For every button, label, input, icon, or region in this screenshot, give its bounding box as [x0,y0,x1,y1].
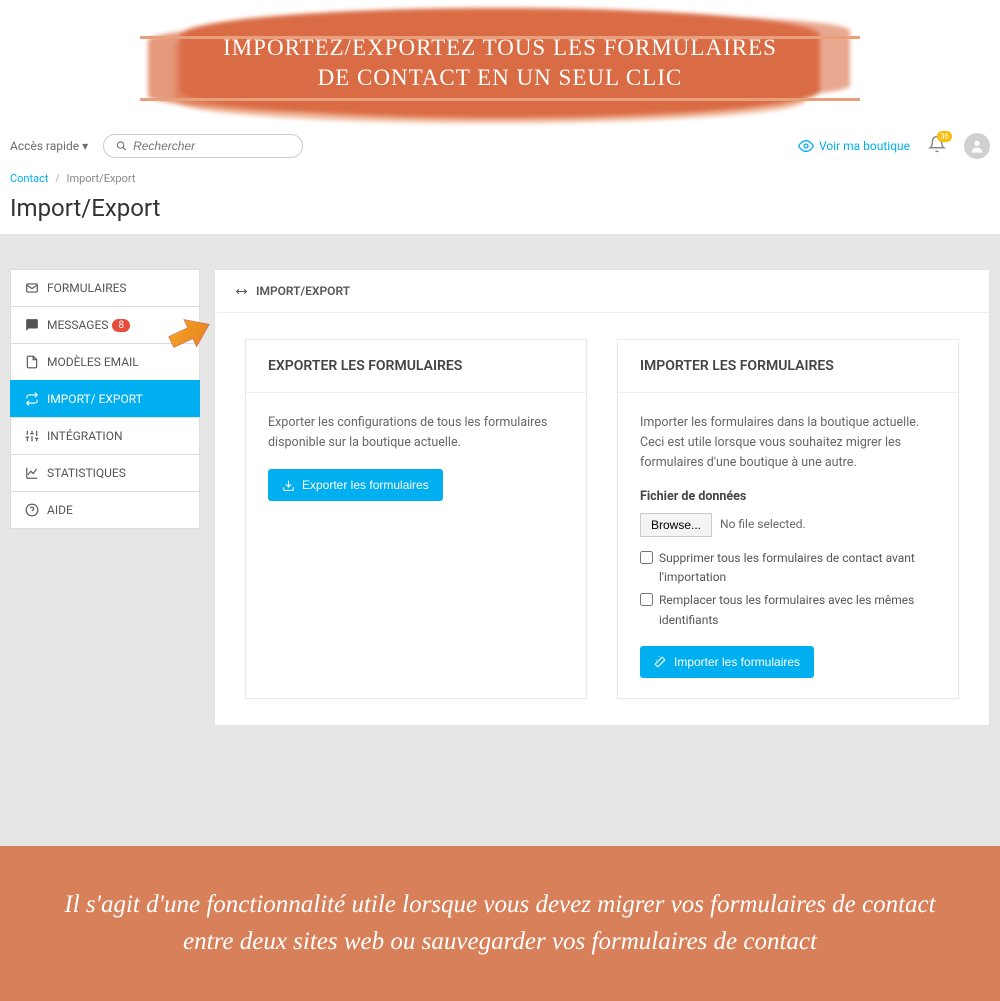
main-area: FORMULAIRES MESSAGES 8 MODÈLES EMAIL IMPORT/… [0,234,1000,846]
sidebar-item-int-gration[interactable]: INTÉGRATION [10,417,200,455]
question-icon [25,503,39,517]
file-status: No file selected. [720,515,806,534]
sidebar-item-label: AIDE [47,503,73,517]
breadcrumb-area: Contact / Import/Export [0,167,1000,190]
footer-promo: Il s'agit d'une fonctionnalité utile lor… [0,846,1000,1001]
export-button[interactable]: Exporter les formulaires [268,469,443,501]
wand-icon [654,655,667,668]
check-delete-row[interactable]: Supprimer tous les formulaires de contac… [640,549,936,587]
check-replace[interactable] [640,593,653,606]
import-panel-title: IMPORTER LES FORMULAIRES [618,340,958,393]
sliders-icon [25,429,39,443]
doc-icon [25,355,39,369]
notifications-badge: 36 [937,131,952,142]
notifications-button[interactable]: 36 [928,135,946,157]
topbar: Accès rapide ▾ Voir ma boutique 36 [0,125,1000,167]
file-label: Fichier de données [640,487,936,507]
file-input-row: Browse... No file selected. [640,513,936,537]
breadcrumb-current: Import/Export [66,172,135,185]
check-replace-row[interactable]: Remplacer tous les formulaires avec les … [640,591,936,629]
page-title: Import/Export [0,190,1000,234]
content-panel: IMPORT/EXPORT EXPORTER LES FORMULAIRES E… [214,269,990,726]
user-icon [969,138,985,154]
promo-line-bottom [140,98,860,101]
view-shop-link[interactable]: Voir ma boutique [798,138,910,154]
sidebar-item-import-export[interactable]: IMPORT/ EXPORT [10,380,200,418]
sidebar-item-aide[interactable]: AIDE [10,491,200,529]
sidebar-item-label: FORMULAIRES [47,281,127,295]
import-desc: Importer les formulaires dans la boutiqu… [640,413,936,473]
content-header: IMPORT/EXPORT [215,270,989,313]
export-panel-title: EXPORTER LES FORMULAIRES [246,340,586,393]
chat-icon [25,318,39,332]
swap-icon [25,392,39,406]
download-icon [282,479,295,492]
mail-icon [25,281,39,295]
swap-icon [235,285,248,298]
sidebar-item-label: MODÈLES EMAIL [47,355,139,369]
export-panel: EXPORTER LES FORMULAIRES Exporter les co… [245,339,587,699]
eye-icon [798,138,814,154]
sidebar-item-label: INTÉGRATION [47,429,123,443]
import-button[interactable]: Importer les formulaires [640,646,814,678]
check-delete[interactable] [640,551,653,564]
browse-button[interactable]: Browse... [640,513,712,537]
sidebar-item-label: STATISTIQUES [47,466,126,480]
search-wrap[interactable] [103,134,303,158]
promo-banner: IMPORTEZ/EXPORTEZ TOUS LES FORMULAIRES D… [0,0,1000,125]
chart-icon [25,466,39,480]
search-input[interactable] [133,139,290,153]
sidebar-item-label: IMPORT/ EXPORT [47,392,143,406]
messages-badge: 8 [112,319,130,332]
export-panel-body: Exporter les configurations de tous les … [246,393,586,521]
import-panel: IMPORTER LES FORMULAIRES Importer les fo… [617,339,959,699]
chevron-down-icon: ▾ [82,139,88,153]
content-body: EXPORTER LES FORMULAIRES Exporter les co… [215,313,989,725]
import-panel-body: Importer les formulaires dans la boutiqu… [618,393,958,698]
sidebar-item-statistiques[interactable]: STATISTIQUES [10,454,200,492]
breadcrumb-root[interactable]: Contact [10,172,48,185]
sidebar-item-label: MESSAGES [47,318,108,332]
breadcrumb-sep: / [55,172,60,185]
promo-title: IMPORTEZ/EXPORTEZ TOUS LES FORMULAIRES D… [223,33,777,93]
breadcrumb: Contact / Import/Export [10,172,135,185]
export-desc: Exporter les configurations de tous les … [268,413,564,453]
avatar[interactable] [964,133,990,159]
search-icon [116,139,127,153]
quick-access-dropdown[interactable]: Accès rapide ▾ [10,139,88,153]
